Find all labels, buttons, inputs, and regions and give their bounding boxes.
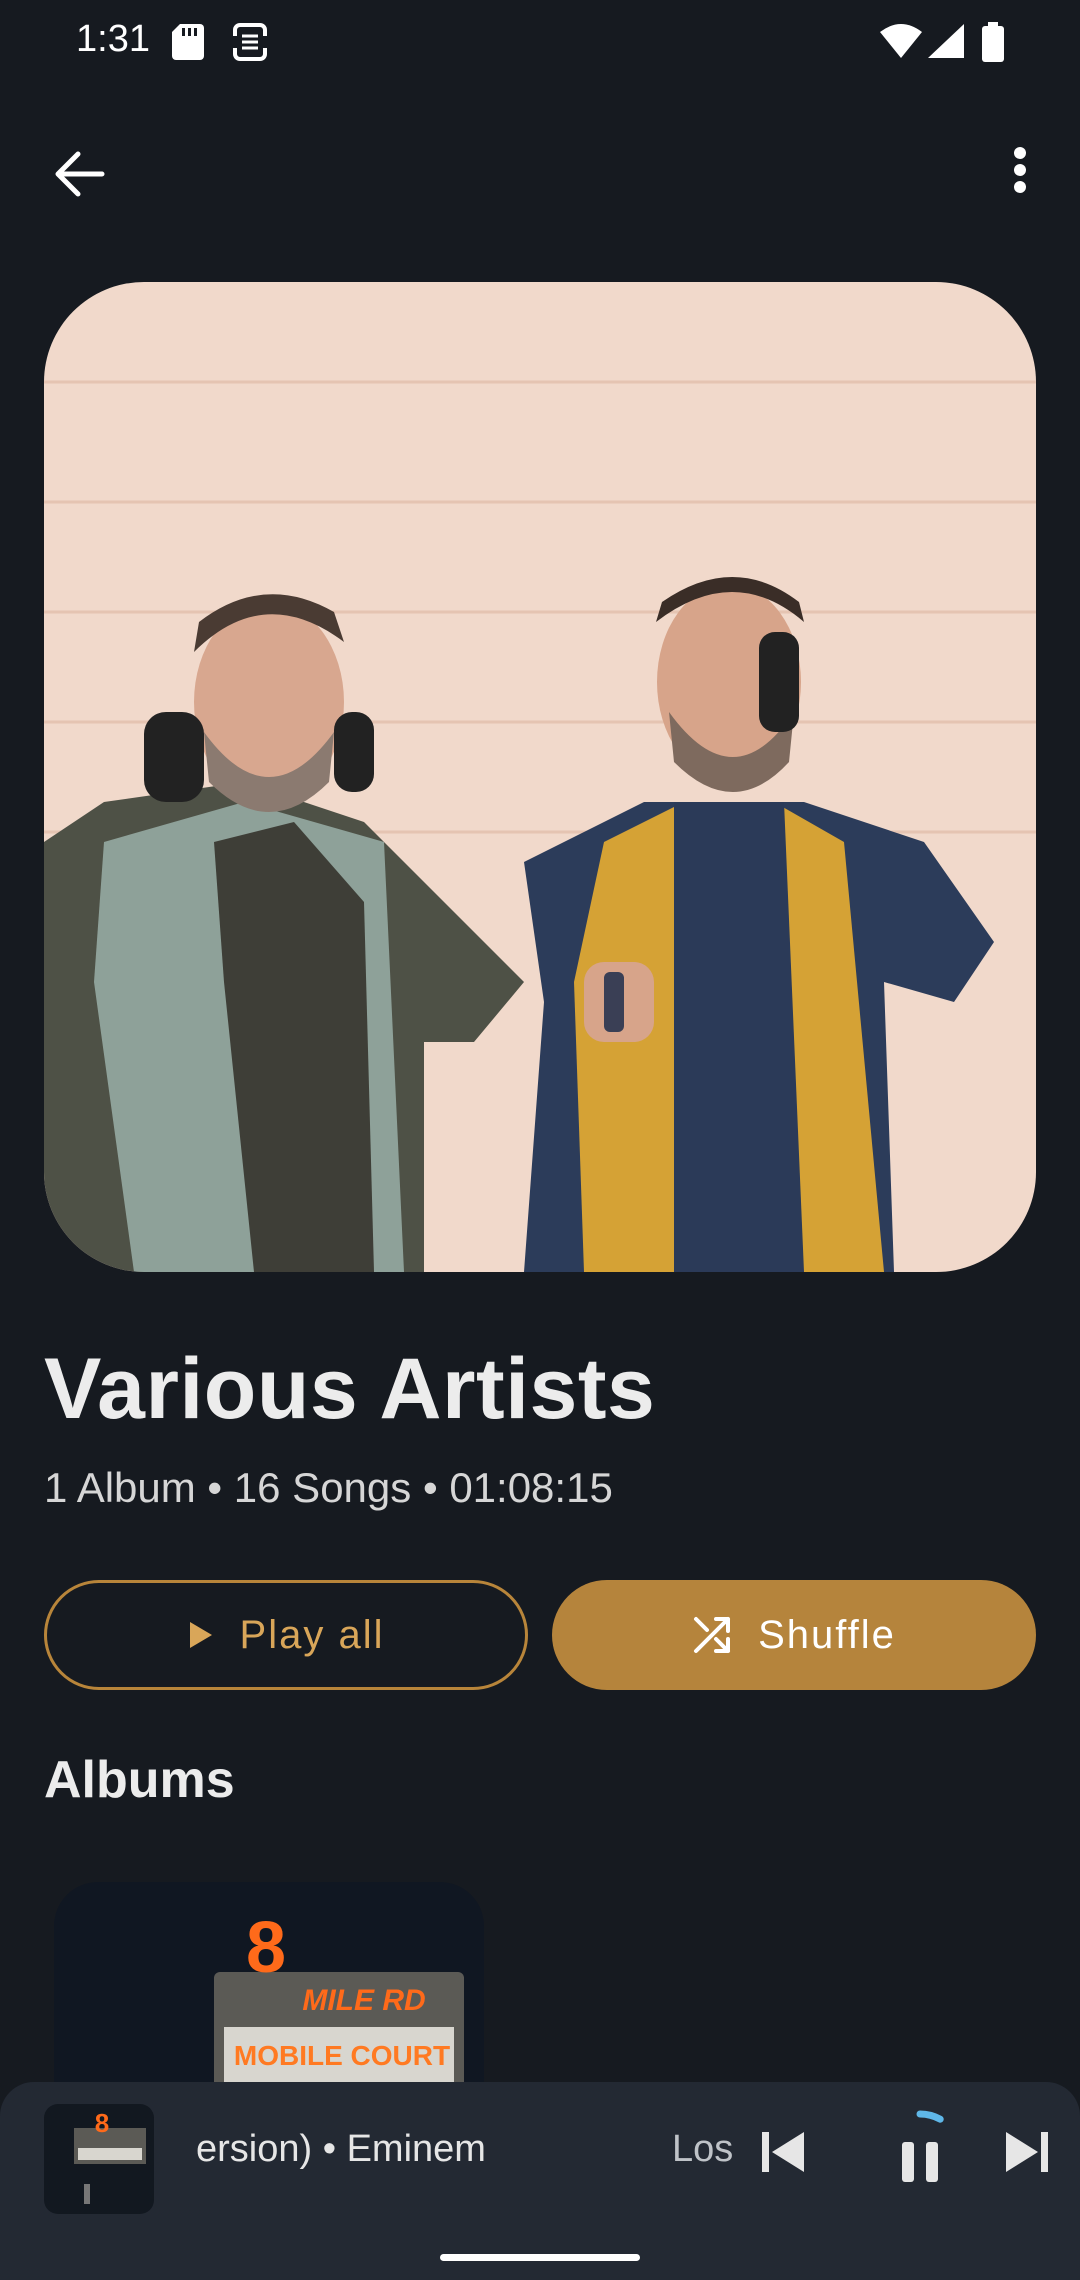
sd-card-icon [172, 24, 204, 65]
sim-icon [232, 22, 268, 67]
wifi-icon [880, 24, 922, 63]
play-all-label: Play all [239, 1612, 385, 1657]
mini-player[interactable]: 8 ersion) • Eminem Los [0, 2082, 1080, 2280]
status-bar: 1:31 [0, 0, 1080, 90]
album-art-line2: MILE RD [302, 1984, 425, 2017]
shuffle-button[interactable]: Shuffle [552, 1580, 1036, 1690]
album-art-number: 8 [246, 1908, 286, 1988]
albums-heading: Albums [44, 1751, 235, 1809]
skip-previous-icon [762, 2132, 804, 2172]
artist-artwork [44, 282, 1036, 1272]
pause-button[interactable] [870, 2106, 970, 2206]
battery-icon [982, 22, 1004, 67]
arrow-back-icon [55, 151, 105, 197]
more-options-button[interactable] [980, 136, 1060, 212]
artist-meta: 1 Album • 16 Songs • 01:08:15 [44, 1464, 613, 1511]
shuffle-icon [694, 1617, 731, 1653]
status-time: 1:31 [76, 18, 150, 60]
play-all-button[interactable]: Play all [44, 1580, 528, 1690]
play-icon [189, 1622, 212, 1648]
mini-player-title: ersion) • Eminem [196, 2128, 486, 2170]
album-art-line3: MOBILE COURT [234, 2040, 450, 2071]
previous-track-button[interactable] [756, 2122, 812, 2182]
skip-next-icon [1006, 2132, 1048, 2172]
more-vert-icon [1014, 147, 1026, 193]
back-button[interactable] [40, 136, 116, 212]
mini-player-artwork: 8 [44, 2104, 154, 2214]
signal-icon [928, 24, 964, 63]
artist-name: Various Artists [44, 1341, 656, 1437]
next-track-button[interactable] [998, 2122, 1054, 2182]
pause-icon [902, 2110, 944, 2182]
home-indicator[interactable] [440, 2254, 640, 2261]
mini-player-next-preview: Los [672, 2128, 732, 2170]
mini-art-number: 8 [95, 2108, 109, 2138]
playback-progress-ring [916, 2110, 944, 2123]
shuffle-label: Shuffle [758, 1612, 896, 1657]
